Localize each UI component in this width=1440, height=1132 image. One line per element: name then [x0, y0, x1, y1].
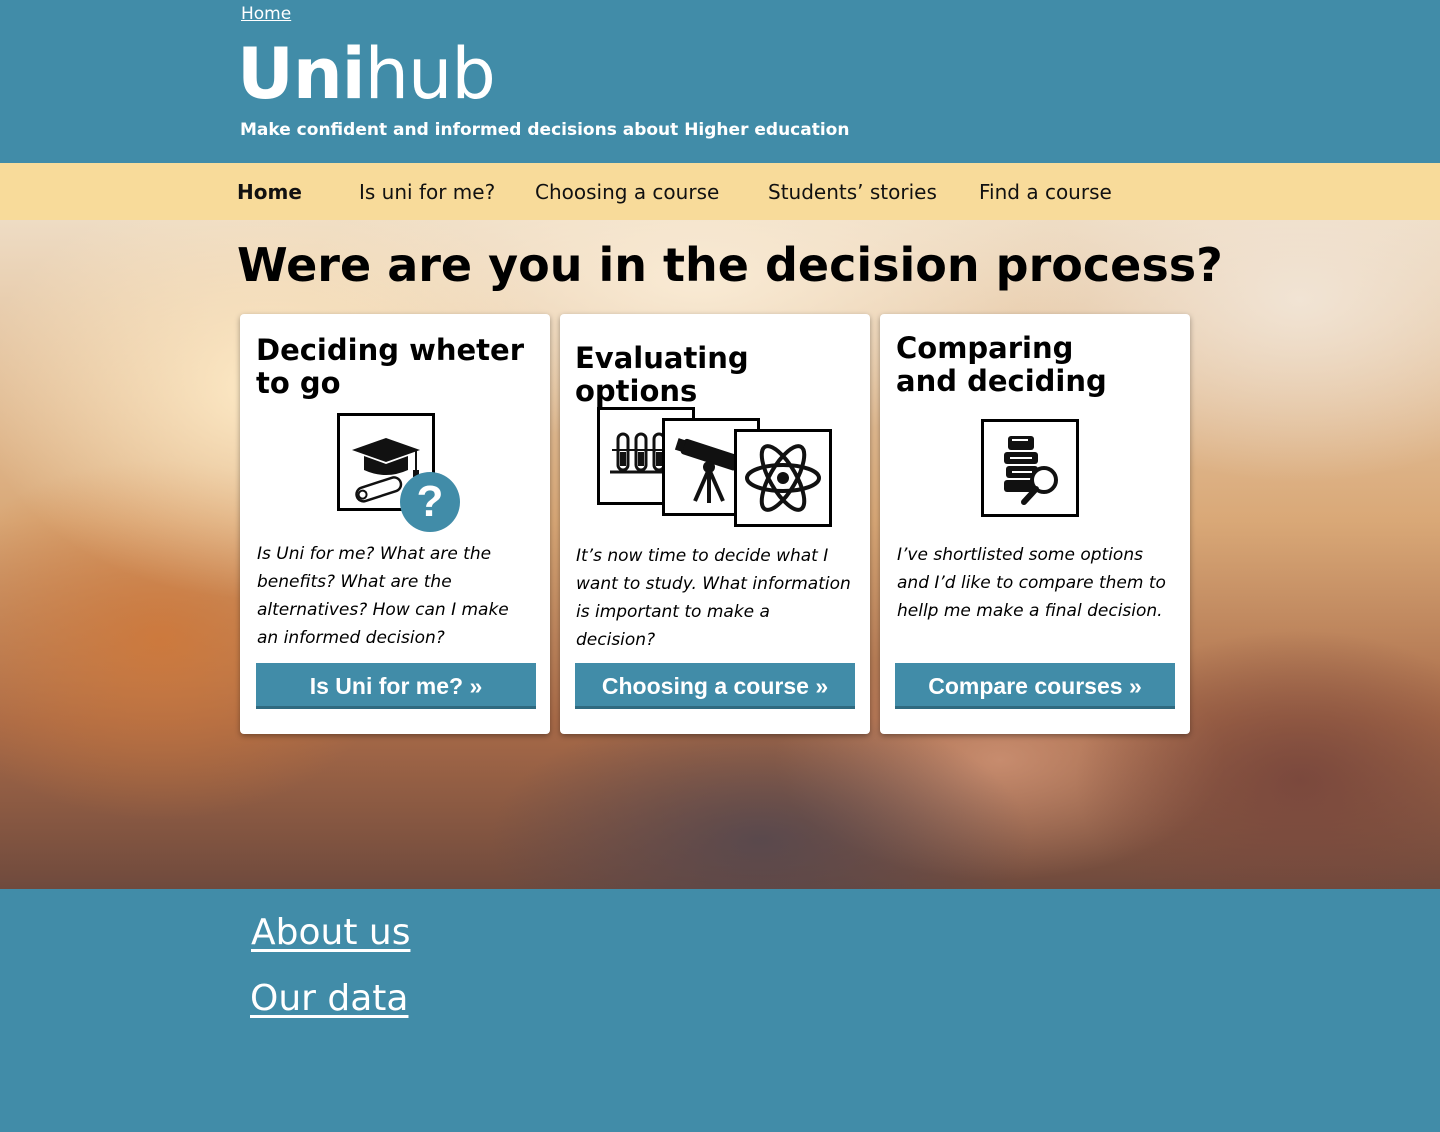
card-title-line2: and deciding — [896, 364, 1107, 398]
card-text: Is Uni for me? What are the benefits? Wh… — [257, 544, 509, 648]
question-mark-icon: ? — [400, 472, 460, 532]
nav-item-is-uni-for-me[interactable]: Is uni for me? — [359, 180, 495, 204]
books-magnifier-icon — [981, 419, 1079, 517]
card-deciding: Deciding wheter to go ? Is Uni for me? Wh… — [240, 314, 550, 734]
card-title: Comparing and deciding — [896, 332, 1107, 398]
nav-item-choosing-a-course[interactable]: Choosing a course — [535, 180, 719, 204]
card-title-line1: Deciding wheter — [256, 333, 525, 367]
nav-item-students-stories[interactable]: Students’ stories — [768, 180, 937, 204]
site-logo[interactable]: Unihub — [237, 33, 496, 115]
is-uni-for-me-button[interactable]: Is Uni for me? » — [256, 663, 536, 709]
choosing-a-course-button[interactable]: Choosing a course » — [575, 663, 855, 709]
card-comparing: Comparing and deciding I’ve shortlisted s… — [880, 314, 1190, 734]
compare-courses-button[interactable]: Compare courses » — [895, 663, 1175, 709]
about-us-link[interactable]: About us — [251, 912, 410, 953]
card-title-line2: to go — [256, 366, 341, 400]
hero-section: Were are you in the decision process? De… — [0, 220, 1440, 889]
nav-item-find-a-course[interactable]: Find a course — [979, 180, 1112, 204]
main-nav: Home Is uni for me? Choosing a course St… — [0, 163, 1440, 220]
breadcrumb-home-link[interactable]: Home — [241, 4, 291, 24]
card-evaluating: Evaluating options It’s now time to deci… — [560, 314, 870, 734]
atom-icon — [734, 429, 832, 527]
card-title-line1: Evaluating options — [575, 341, 749, 408]
card-text: It’s now time to decide what I want to s… — [576, 546, 851, 650]
nav-item-home[interactable]: Home — [237, 180, 302, 204]
logo-bold-text: Uni — [237, 33, 366, 115]
site-header: Home Unihub Make confident and informed … — [0, 0, 1440, 163]
card-title: Deciding wheter to go — [256, 334, 524, 400]
our-data-link[interactable]: Our data — [250, 978, 408, 1019]
card-title-line1: Comparing — [896, 331, 1074, 365]
logo-light-text: hub — [364, 33, 496, 115]
card-text: I’ve shortlisted some options and I’d li… — [897, 545, 1166, 621]
hero-title: Were are you in the decision process? — [237, 238, 1223, 292]
card-title: Evaluating options — [575, 342, 870, 408]
site-tagline: Make confident and informed decisions ab… — [240, 120, 850, 140]
